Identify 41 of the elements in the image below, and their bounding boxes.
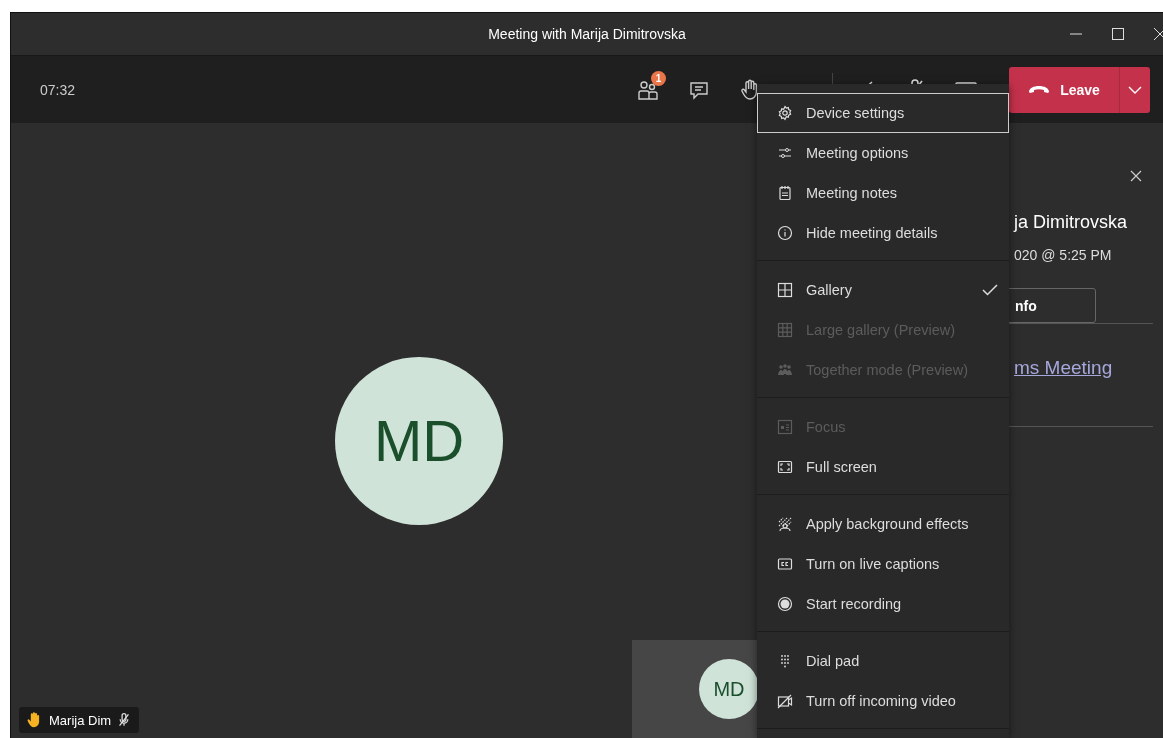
full-screen-icon	[777, 459, 793, 475]
meeting-time: 020 @ 5:25 PM	[1014, 247, 1112, 263]
grid-icon	[777, 282, 793, 298]
close-icon[interactable]	[1153, 27, 1163, 41]
menu-item[interactable]: Dial pad	[757, 641, 1009, 681]
menu-item[interactable]: Device settings	[757, 93, 1009, 133]
hand-icon[interactable]	[740, 78, 760, 101]
record-icon	[777, 596, 793, 612]
call-timer: 07:32	[40, 81, 76, 98]
menu-item[interactable]: Full screen	[757, 447, 1009, 487]
participant-avatar: MD	[335, 356, 503, 525]
meeting-title: ja Dimitrovska	[1014, 212, 1128, 233]
people-group-icon	[777, 362, 793, 378]
chat-icon[interactable]	[689, 79, 709, 100]
captions-icon	[777, 556, 793, 572]
large-grid-icon	[777, 322, 793, 338]
phone-hang-up-icon	[1028, 85, 1051, 94]
menu-item[interactable]: Hide meeting details	[757, 213, 1009, 253]
self-avatar: MD	[699, 659, 759, 719]
background-effects-icon	[777, 516, 793, 532]
close-icon[interactable]	[1130, 170, 1142, 182]
leave-button[interactable]: Leave	[1009, 66, 1119, 113]
notepad-icon	[777, 185, 793, 201]
meeting-link[interactable]: ms Meeting	[1014, 357, 1113, 379]
video-off-icon	[777, 693, 793, 709]
menu-item[interactable]: Turn off incoming video	[757, 681, 1009, 721]
menu-item[interactable]: Meeting options	[757, 133, 1009, 173]
participant-name: Marija Dim	[49, 712, 112, 728]
maximize-icon[interactable]	[1111, 27, 1125, 41]
leave-options-button[interactable]	[1119, 66, 1150, 113]
chevron-down-icon	[1128, 85, 1142, 94]
focus-icon	[777, 419, 793, 435]
sliders-icon	[777, 145, 793, 161]
gear-icon	[777, 105, 793, 121]
menu-item[interactable]: Apply background effects	[757, 504, 1009, 544]
info-icon	[777, 225, 793, 241]
menu-item[interactable]: Meeting notes	[757, 173, 1009, 213]
menu-item[interactable]: Turn on live captions	[757, 544, 1009, 584]
menu-item[interactable]: Start recording	[757, 584, 1009, 624]
window-title: Meeting with Marija Dimitrovska	[488, 26, 686, 42]
notification-badge: 1	[651, 70, 666, 86]
